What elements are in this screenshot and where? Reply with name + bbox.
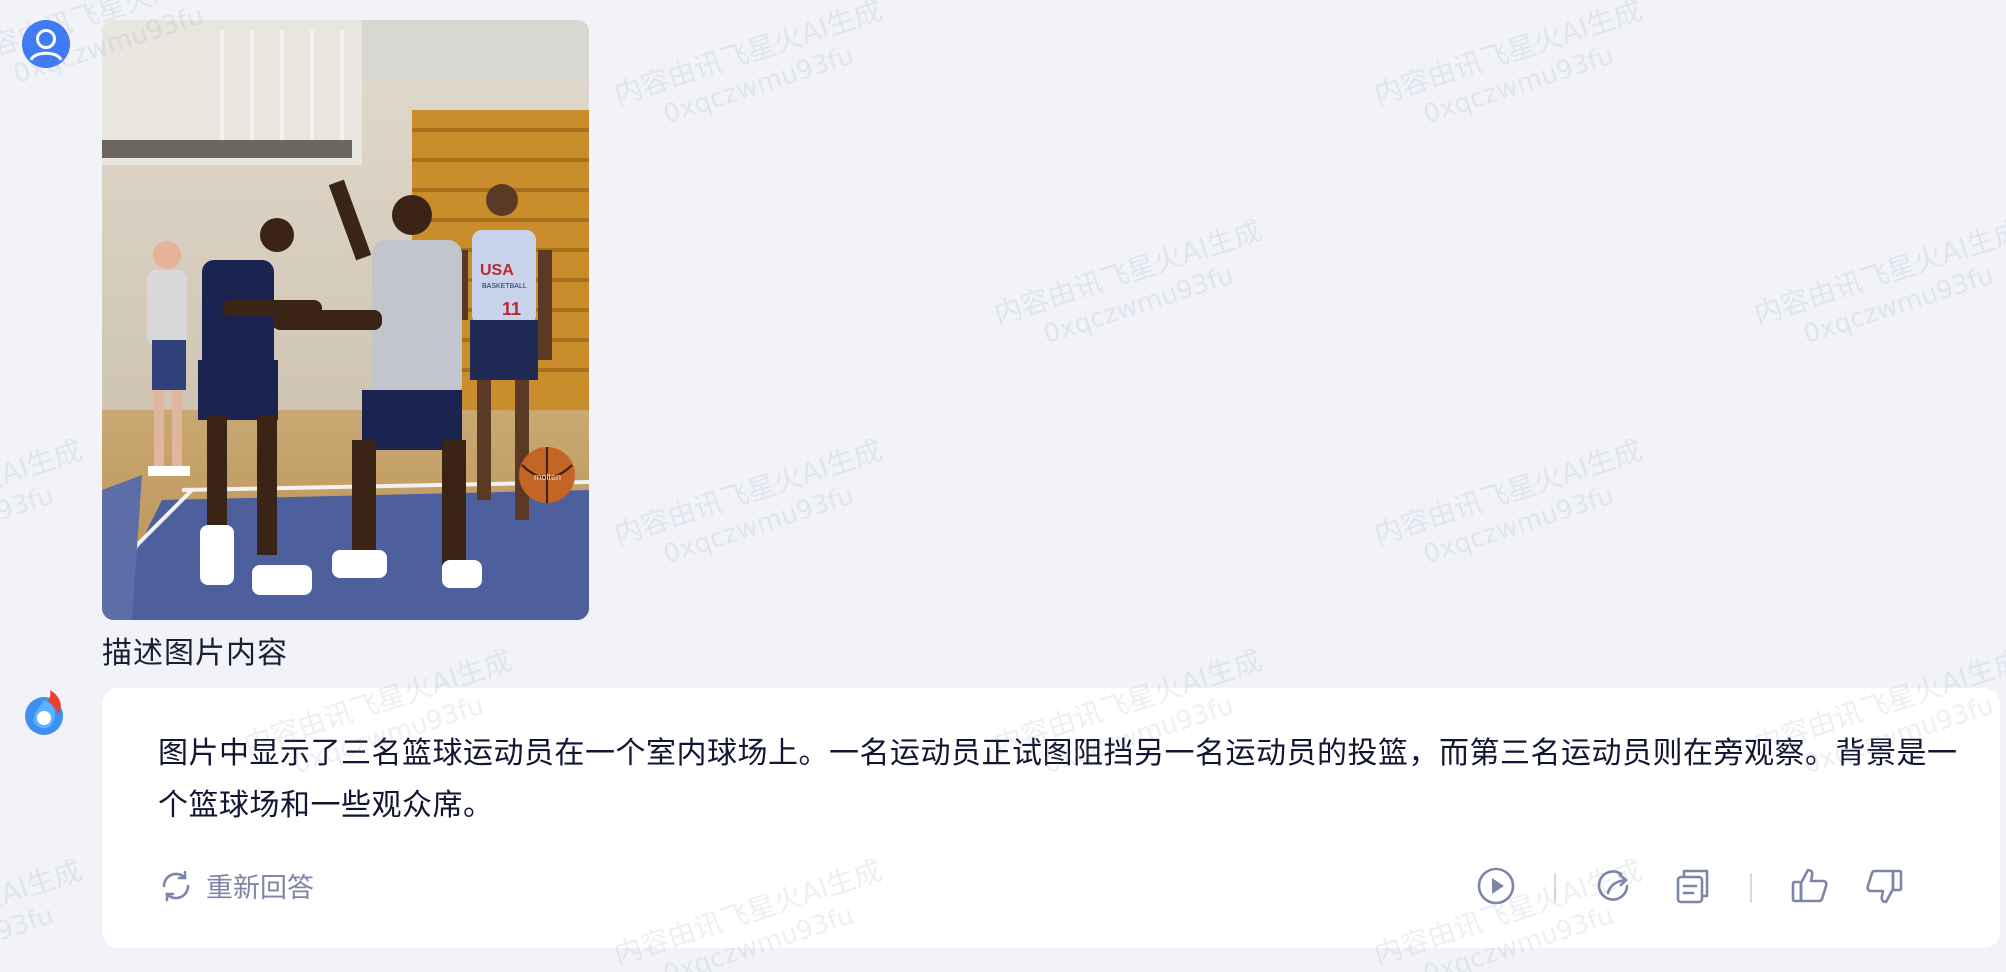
share-button[interactable] bbox=[1590, 864, 1638, 912]
svg-text:USA: USA bbox=[480, 262, 514, 279]
regenerate-label: 重新回答 bbox=[206, 873, 314, 904]
watermark: 内容由讯飞星火AI生成0xqczwmu93fu bbox=[1750, 213, 2006, 351]
thumbs-down-icon bbox=[1863, 865, 1905, 911]
like-button[interactable] bbox=[1786, 864, 1834, 912]
copy-icon bbox=[1672, 866, 1712, 910]
refresh-icon bbox=[158, 868, 194, 904]
answer-actions bbox=[1472, 864, 1908, 912]
svg-text:BASKETBALL: BASKETBALL bbox=[482, 283, 527, 290]
user-avatar-icon bbox=[22, 20, 70, 68]
user-prompt-text: 描述图片内容 bbox=[102, 636, 288, 671]
play-icon bbox=[1475, 865, 1517, 911]
watermark: 内容由讯飞星火AI生成0xqczwmu93fu bbox=[0, 853, 86, 972]
action-divider bbox=[1750, 873, 1752, 903]
action-divider bbox=[1554, 873, 1556, 903]
play-audio-button[interactable] bbox=[1472, 864, 1520, 912]
watermark: 内容由讯飞星火AI生成0xqczwmu93fu bbox=[0, 433, 86, 571]
answer-text: 图片中显示了三名篮球运动员在一个室内球场上。一名运动员正试图阻挡另一名运动员的投… bbox=[158, 736, 1958, 823]
spark-logo-icon bbox=[20, 686, 72, 738]
thumbs-up-icon bbox=[1789, 865, 1831, 911]
watermark: 内容由讯飞星火AI生成0xqczwmu93fu bbox=[610, 433, 886, 571]
dislike-button[interactable] bbox=[1860, 864, 1908, 912]
share-icon bbox=[1594, 866, 1634, 910]
answer-card: 图片中显示了三名篮球运动员在一个室内球场上。一名运动员正试图阻挡另一名运动员的投… bbox=[102, 688, 2000, 948]
svg-text:11: 11 bbox=[502, 299, 521, 319]
watermark: 内容由讯飞星火AI生成0xqczwmu93fu bbox=[1370, 433, 1646, 571]
svg-text:molten: molten bbox=[534, 472, 561, 482]
watermark: 内容由讯飞星火AI生成0xqczwmu93fu bbox=[610, 0, 886, 131]
watermark: 内容由讯飞星火AI生成0xqczwmu93fu bbox=[1370, 0, 1646, 131]
regenerate-button[interactable]: 重新回答 bbox=[158, 866, 314, 905]
watermark: 内容由讯飞星火AI生成0xqczwmu93fu bbox=[990, 213, 1266, 351]
uploaded-basketball-photo[interactable]: USA BASKETBALL 11 molten bbox=[102, 20, 589, 620]
copy-button[interactable] bbox=[1668, 864, 1716, 912]
